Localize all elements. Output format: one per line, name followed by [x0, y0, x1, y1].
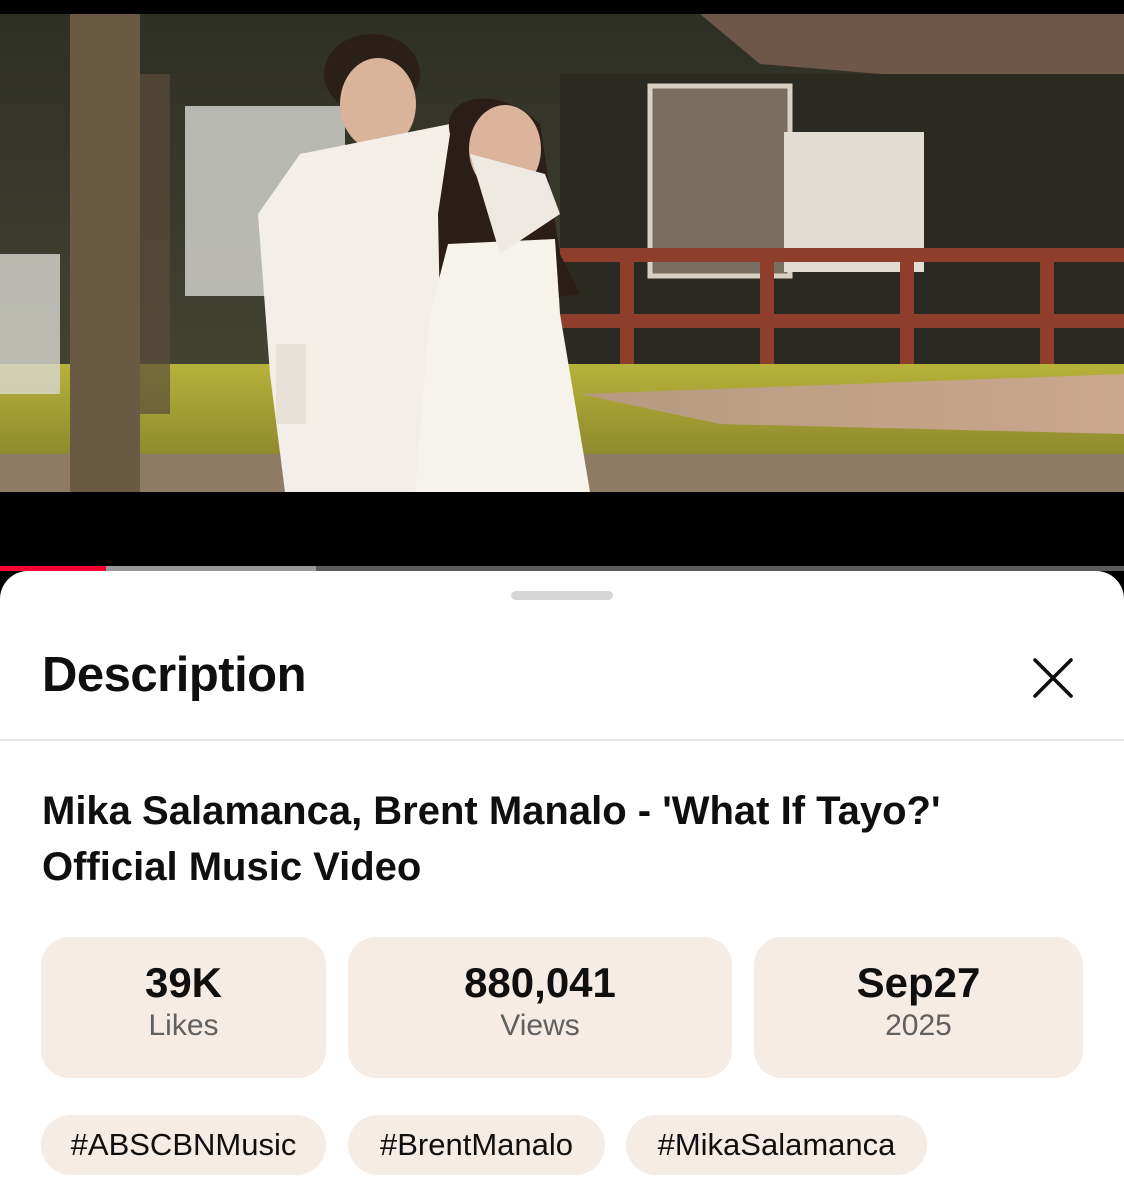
video-title: Mika Salamanca, Brent Manalo - 'What If …: [42, 789, 941, 889]
video-frame: [0, 14, 1124, 492]
likes-label: Likes: [148, 1009, 219, 1042]
views-count: 880,041: [464, 959, 616, 1006]
video-player[interactable]: [0, 14, 1124, 492]
views-stat[interactable]: 880,041 Views: [348, 937, 732, 1078]
upload-date: Sep27: [856, 959, 981, 1006]
sheet-drag-handle[interactable]: [511, 591, 613, 600]
close-icon: [1033, 658, 1073, 698]
hashtag-chip[interactable]: #BrentManalo: [348, 1115, 605, 1175]
description-sheet: Description Mika Salamanca, Brent Manalo…: [0, 571, 1124, 1200]
likes-count: 39K: [144, 959, 223, 1006]
close-button[interactable]: [1026, 651, 1080, 705]
likes-stat[interactable]: 39K Likes: [41, 937, 326, 1078]
divider: [0, 739, 1124, 741]
sheet-title: Description: [42, 648, 307, 702]
hashtag-chip[interactable]: #ABSCBNMusic: [41, 1115, 326, 1175]
date-stat[interactable]: Sep27 2025: [754, 937, 1083, 1078]
upload-year: 2025: [885, 1009, 952, 1042]
hashtag-chip[interactable]: #MikaSalamanca: [626, 1115, 927, 1175]
views-label: Views: [500, 1009, 580, 1042]
